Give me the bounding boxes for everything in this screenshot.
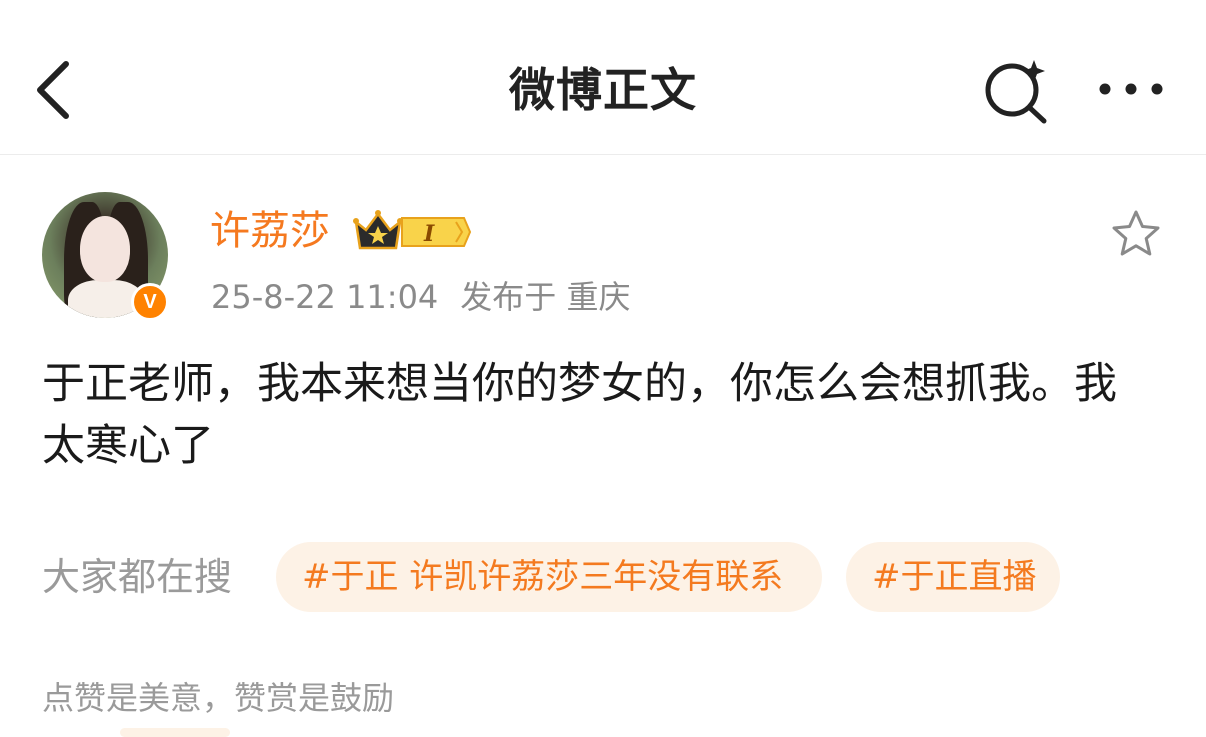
search-sparkle-icon[interactable]	[982, 56, 1052, 124]
post-timestamp: 25-8-22 11:04	[211, 278, 439, 316]
hot-search-tag[interactable]: #于正 许凯许荔莎三年没有联系	[276, 542, 822, 612]
vip-crown-badge-icon[interactable]: I	[352, 208, 472, 256]
hot-search-tag[interactable]: #于正直播	[846, 542, 1060, 612]
author-name[interactable]: 许荔莎	[210, 205, 330, 257]
vip-level-text: I	[423, 221, 435, 247]
post-location: 发布于 重庆	[460, 278, 631, 316]
hot-search-label: 大家都在搜	[42, 555, 233, 599]
verified-badge: V	[131, 283, 169, 321]
reward-hint-text: 点赞是美意，赞赏是鼓励	[42, 679, 395, 717]
post-meta: 25-8-22 11:04 发布于 重庆	[211, 275, 630, 319]
post-body-text: 于正老师，我本来想当你的梦女的，你怎么会想抓我。我太寒心了	[42, 359, 1117, 471]
avatar-face	[80, 216, 130, 282]
reward-button-edge[interactable]	[120, 728, 230, 737]
star-favorite-icon[interactable]	[1110, 208, 1162, 260]
more-dots-icon[interactable]	[1095, 78, 1167, 100]
top-navigation-bar: 微博正文	[0, 0, 1206, 155]
